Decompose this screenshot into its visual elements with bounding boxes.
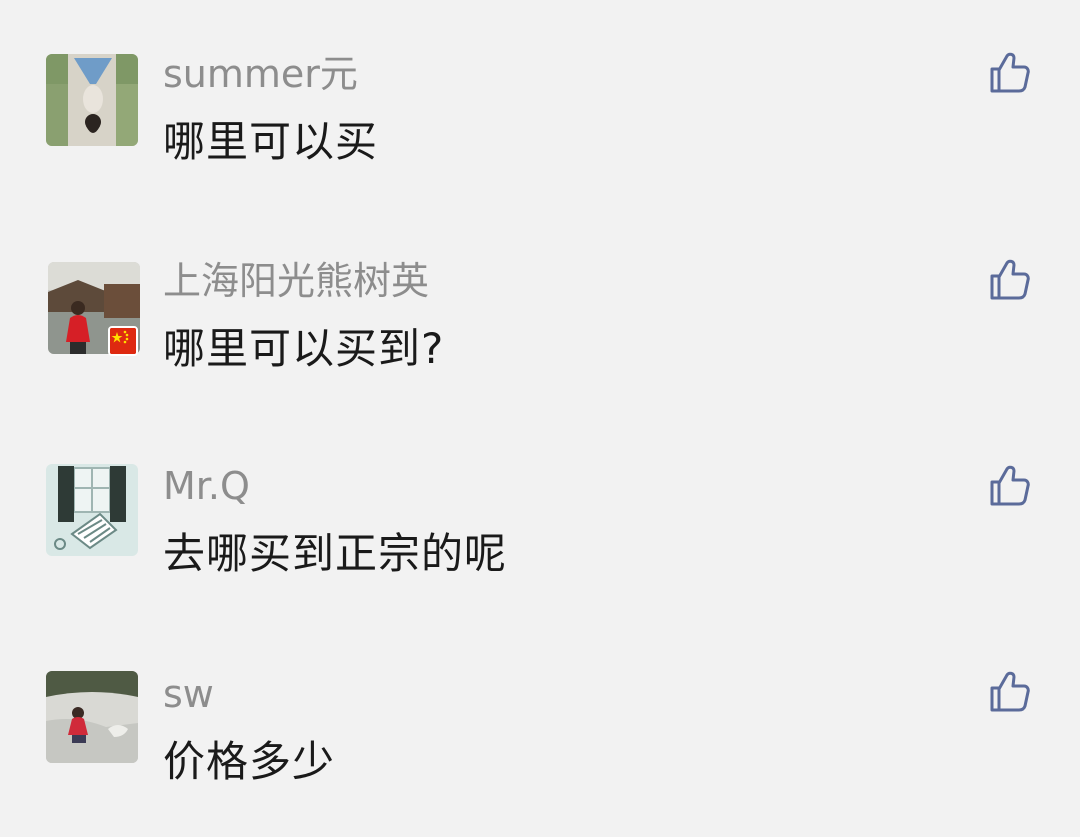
comment-author[interactable]: summer元 <box>163 50 358 98</box>
thumbs-up-icon <box>990 671 1030 712</box>
comment-text: 价格多少 <box>163 737 336 786</box>
like-button[interactable] <box>986 49 1034 97</box>
comment-text: 哪里可以买到? <box>163 324 445 373</box>
comment-author[interactable]: 上海阳光熊树英 <box>163 257 429 305</box>
comment-author[interactable]: sw <box>163 670 214 718</box>
thumbs-up-icon <box>990 465 1030 506</box>
comment-text: 去哪买到正宗的呢 <box>163 529 508 578</box>
like-button[interactable] <box>986 256 1034 304</box>
avatar[interactable] <box>46 464 138 556</box>
china-flag-icon <box>108 326 138 356</box>
thumbs-up-icon <box>990 52 1030 93</box>
comment-item: Mr.Q 去哪买到正宗的呢 <box>0 412 1080 612</box>
comment-text: 哪里可以买 <box>163 117 379 166</box>
comment-item: sw 价格多少 <box>0 618 1080 818</box>
avatar[interactable] <box>46 54 138 146</box>
comment-item: summer元 哪里可以买 <box>0 0 1080 200</box>
like-button[interactable] <box>986 668 1034 716</box>
avatar[interactable] <box>46 671 138 763</box>
like-button[interactable] <box>986 462 1034 510</box>
window-illustration-avatar <box>46 464 138 556</box>
comment-author[interactable]: Mr.Q <box>163 462 250 510</box>
girl-lying-on-path-avatar <box>46 54 138 146</box>
child-in-snow-avatar <box>46 671 138 763</box>
comment-item: 上海阳光熊树英 哪里可以买到? <box>0 205 1080 405</box>
thumbs-up-icon <box>990 259 1030 300</box>
